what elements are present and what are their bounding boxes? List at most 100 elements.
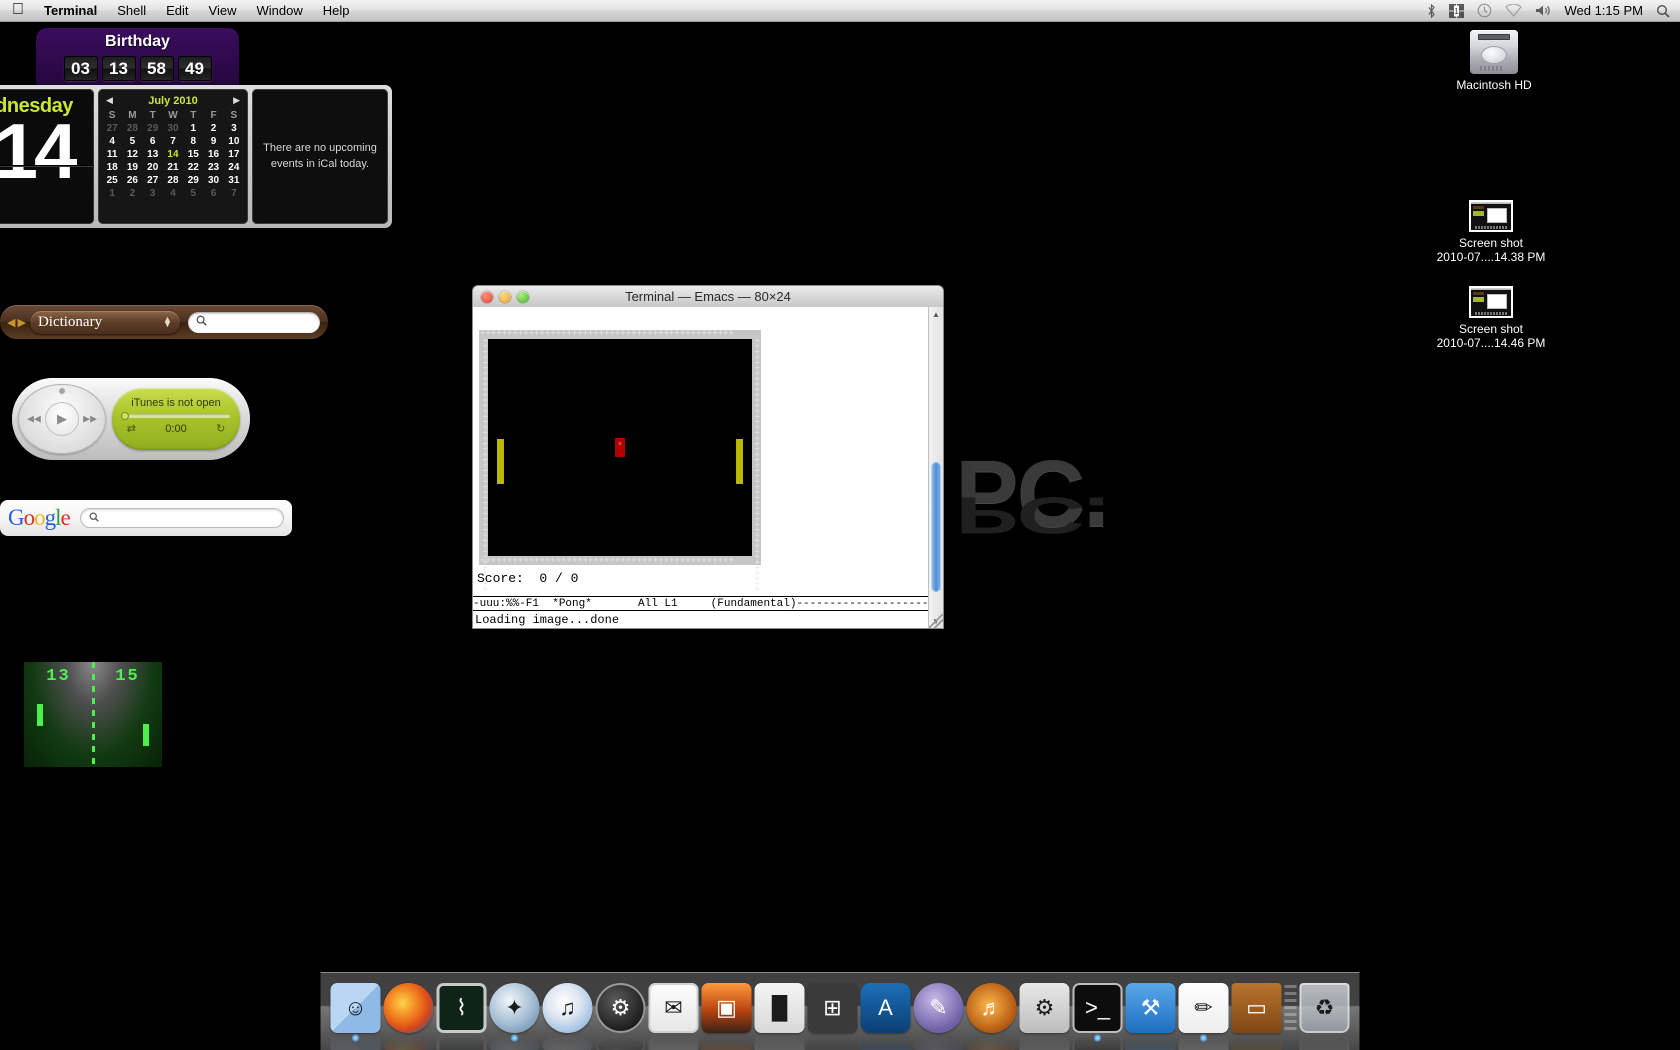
dictionary-mode-select[interactable]: Dictionary ▲ ▼ [29,310,180,334]
calendar-day[interactable]: 19 [122,161,142,174]
dock-item-spaces[interactable]: ⊞ [807,983,858,1050]
keyboard-input-icon[interactable]: 1 [1449,3,1465,18]
terminal-title-bar[interactable]: Terminal — Emacs — 80×24 [472,285,944,307]
calendar-day[interactable]: 12 [122,148,142,161]
calendar-day[interactable]: 27 [102,122,122,135]
window-resize-handle[interactable] [929,614,943,628]
shuffle-icon[interactable]: ⇄ [127,422,136,435]
calendar-day[interactable]: 15 [183,148,203,161]
dock-item-xcode[interactable]: ⚒ [1125,983,1176,1050]
itunes-next-icon[interactable]: ▶▶ [83,414,97,425]
desktop-icon-screenshot-2[interactable]: Screen shot 2010-07....14.46 PM [1431,286,1551,350]
calendar-day[interactable]: 28 [163,174,183,187]
spotlight-search-icon[interactable] [1656,4,1670,18]
dock-item-dashboard[interactable]: ⚙ [595,983,646,1050]
dictionary-search-field[interactable] [187,311,320,333]
dock-item-finder[interactable]: ☺ [330,983,381,1050]
apple-menu-icon[interactable]:  [12,1,24,18]
widget-itunes[interactable]: ◀◀ ▶▶ ▶ iTunes is not open ⇄ 0:00 ↻ [12,378,250,460]
calendar-day[interactable]: 28 [122,122,142,135]
calendar-day[interactable]: 23 [203,161,223,174]
calendar-day[interactable]: 6 [143,135,163,148]
calendar-day[interactable]: 30 [203,174,223,187]
calendar-day[interactable]: 7 [224,187,244,200]
calendar-day[interactable]: 4 [163,187,183,200]
calendar-day[interactable]: 13 [143,148,163,161]
widget-dictionary[interactable]: ◀ ▶ Dictionary ▲ ▼ [0,305,328,339]
calendar-day[interactable]: 24 [224,161,244,174]
terminal-scrollbar[interactable]: ▲ ▼ [928,307,943,628]
calendar-day[interactable]: 25 [102,174,122,187]
emacs-buffer[interactable]: ++++++++++++++++++++++++++++++++++++++++… [473,307,928,628]
dock-item-iphoto[interactable]: ▣ [701,983,752,1050]
itunes-previous-icon[interactable]: ◀◀ [27,414,41,425]
wifi-icon[interactable] [1505,4,1523,17]
menu-view[interactable]: View [199,0,247,22]
dock-item-firefox[interactable] [383,983,434,1050]
dock-item-garageband[interactable]: ♬ [966,983,1017,1050]
widget-birthday-countdown[interactable]: Birthday 03 13 58 49 [36,28,239,90]
calendar-day[interactable]: 29 [183,174,203,187]
bluetooth-icon[interactable] [1427,3,1436,18]
dock-item-safari[interactable]: ✦ [489,983,540,1050]
calendar-day[interactable]: 30 [163,122,183,135]
itunes-menu-dot[interactable] [59,388,65,394]
calendar-day[interactable]: 18 [102,161,122,174]
volume-icon[interactable] [1535,4,1551,17]
widget-google-search[interactable]: Google [0,500,292,536]
scrollbar-thumb[interactable] [931,462,941,592]
calendar-day[interactable]: 20 [143,161,163,174]
calendar-day[interactable]: 6 [203,187,223,200]
calendar-day[interactable]: 31 [224,174,244,187]
calendar-day[interactable]: 8 [183,135,203,148]
dock-item-system-preferences[interactable]: ⚙ [1019,983,1070,1050]
dock-item-itunes[interactable]: ♫ [542,983,593,1050]
calendar-day[interactable]: 21 [163,161,183,174]
calendar-next-month-icon[interactable]: ▶ [233,95,240,106]
calendar-day[interactable]: 16 [203,148,223,161]
calendar-day[interactable]: 3 [224,122,244,135]
calendar-day[interactable]: 26 [122,174,142,187]
dock-item-activity-monitor[interactable]: ⌇ [436,983,487,1050]
calendar-day[interactable]: 3 [143,187,163,200]
calendar-day[interactable]: 29 [143,122,163,135]
itunes-control-wheel[interactable]: ◀◀ ▶▶ ▶ [18,384,106,454]
dock-item-applescript-editor[interactable]: ✎ [913,983,964,1050]
dock-item-textedit[interactable]: ✏ [1178,983,1229,1050]
calendar-day[interactable]: 4 [102,135,122,148]
calendar-day[interactable]: 1 [102,187,122,200]
calendar-day[interactable]: 7 [163,135,183,148]
menu-terminal[interactable]: Terminal [34,0,107,22]
calendar-day[interactable]: 5 [122,135,142,148]
calendar-day[interactable]: 11 [102,148,122,161]
terminal-body[interactable]: ++++++++++++++++++++++++++++++++++++++++… [472,307,944,629]
dock-item-trash[interactable]: ♻ [1299,983,1350,1050]
dock-item-font-book[interactable]: A [860,983,911,1050]
menu-window[interactable]: Window [247,0,313,22]
calendar-day[interactable]: 1 [183,122,203,135]
desktop-icon-screenshot-1[interactable]: Screen shot 2010-07....14.38 PM [1431,200,1551,264]
calendar-day[interactable]: 22 [183,161,203,174]
calendar-day[interactable]: 9 [203,135,223,148]
google-search-input[interactable] [79,508,284,528]
calendar-day[interactable]: 27 [143,174,163,187]
calendar-prev-month-icon[interactable]: ◀ [106,95,113,106]
menu-edit[interactable]: Edit [156,0,198,22]
widget-ical[interactable]: dnesday 14 ◀ July 2010 ▶ SMTWTFS 27 28 29 3… [0,85,392,228]
itunes-play-button[interactable]: ▶ [45,402,79,436]
terminal-window[interactable]: Terminal — Emacs — 80×24 +++++++++++++++… [472,285,944,629]
time-machine-icon[interactable] [1477,3,1492,18]
calendar-day[interactable]: 5 [183,187,203,200]
menu-help[interactable]: Help [313,0,360,22]
dock-item-mail[interactable]: ✉ [648,983,699,1050]
itunes-progress-bar[interactable] [121,412,230,420]
dock-item-keynote[interactable]: █ [754,983,805,1050]
calendar-day[interactable]: 2 [203,122,223,135]
calendar-day[interactable]: 17 [224,148,244,161]
dictionary-forward-icon[interactable]: ▶ [17,316,25,329]
calendar-day[interactable]: 10 [224,135,244,148]
repeat-icon[interactable]: ↻ [216,422,225,435]
widget-pong-game[interactable]: 13 15 [24,662,162,767]
desktop-icon-macintosh-hd[interactable]: Macintosh HD [1434,30,1554,92]
dock-item-keynote-presenter[interactable]: ▭ [1231,983,1282,1050]
